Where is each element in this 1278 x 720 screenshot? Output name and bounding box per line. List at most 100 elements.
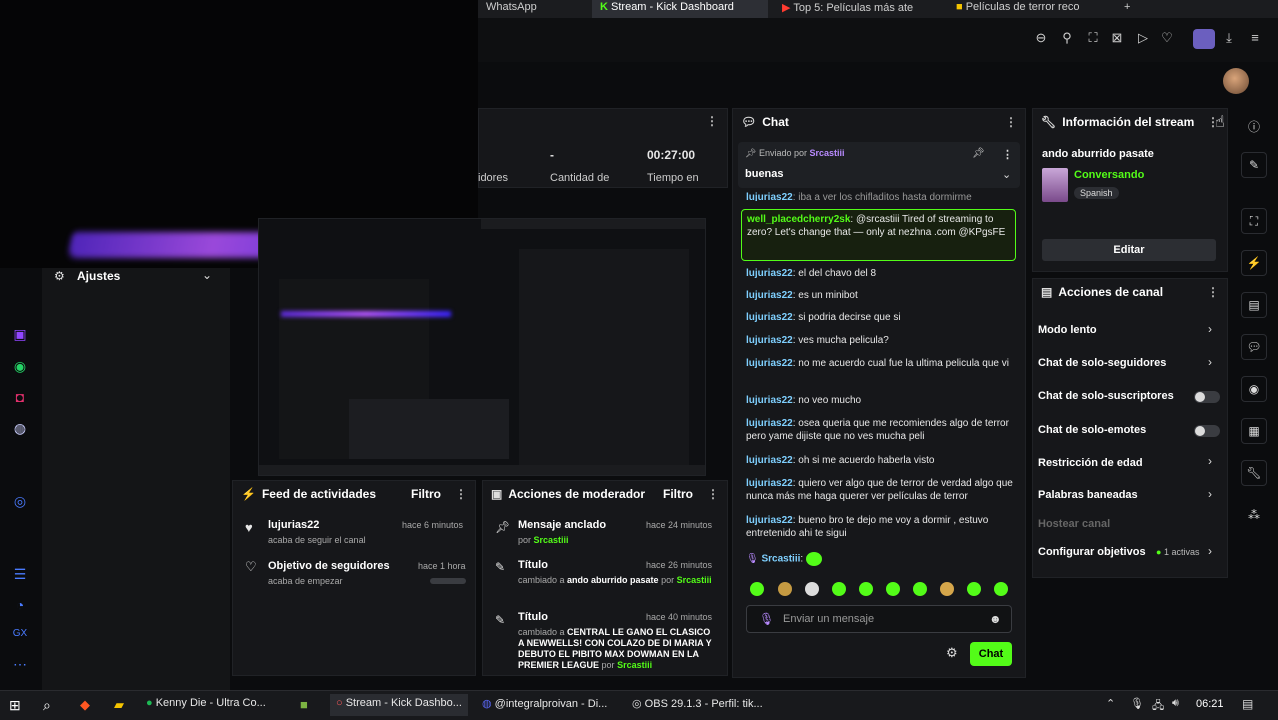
network-icon[interactable]: 🖧︎ [1152, 697, 1164, 716]
extension-icon[interactable] [1193, 29, 1215, 49]
broadcast-icon[interactable]: ◉ [1241, 376, 1267, 402]
chevron-right-icon[interactable]: › [1208, 355, 1212, 369]
whatsapp-icon[interactable]: ◉ [11, 357, 29, 375]
chevron-down-icon[interactable]: ⌄ [1002, 168, 1011, 181]
pin-icon[interactable]: ⚲ [1060, 31, 1074, 45]
emoji-icon[interactable]: ☻ [989, 612, 1002, 626]
circle-nav-icon[interactable]: ◎ [11, 492, 29, 510]
folder-icon[interactable]: ▰ [114, 697, 124, 713]
pinned-more-icon[interactable]: ⋮ [1002, 148, 1013, 161]
chevron-down-icon[interactable]: ⌄ [202, 268, 212, 282]
banned-words-item[interactable]: Palabras baneadas [1038, 489, 1138, 501]
title-edit-icon: ✎ [495, 613, 506, 627]
edit-stream-button[interactable]: Editar [1042, 239, 1216, 261]
subscribers-only-toggle[interactable] [1194, 391, 1220, 403]
taskbar-kick[interactable]: ○ Stream - Kick Dashbo... [330, 694, 468, 716]
mod-more-icon[interactable]: ⋮ [707, 487, 719, 501]
stream-title: ando aburrido pasate [1042, 148, 1154, 160]
emote-icon[interactable] [805, 582, 819, 596]
menu-icon[interactable]: ≡ [1248, 31, 1262, 45]
clock[interactable]: 06:21 [1196, 698, 1224, 710]
settings-label[interactable]: Ajustes [77, 269, 120, 283]
block-icon[interactable]: ⊠ [1110, 31, 1124, 45]
mod-item-time: hace 24 minutos [646, 520, 713, 530]
search-icon[interactable]: ⌕ [43, 697, 51, 714]
tab-whatsapp[interactable]: WhatsApp [478, 0, 588, 18]
tab-kick-dashboard[interactable]: K Stream - Kick Dashboard [592, 0, 768, 18]
instagram-icon[interactable]: ◘ [11, 388, 29, 406]
chevron-right-icon[interactable]: › [1208, 454, 1212, 468]
chat-more-icon[interactable]: ⋮ [1005, 115, 1017, 129]
screenshot-icon[interactable]: ⛶ [1086, 31, 1100, 45]
clock-nav-icon[interactable]: ◔ [11, 596, 29, 614]
emote-icon[interactable] [994, 582, 1008, 596]
stats-more-icon[interactable]: ⋮ [706, 114, 718, 128]
layout-icon[interactable]: ▦ [1241, 418, 1267, 444]
windows-start-icon[interactable]: ⊞ [9, 697, 21, 714]
emote-icon[interactable] [886, 582, 900, 596]
taskbar-spotify[interactable]: ● Kenny Die - Ultra Co... [146, 697, 266, 709]
unpin-icon[interactable]: 📌︎ [972, 148, 985, 159]
chat-settings-gear-icon[interactable]: ⚙ [946, 645, 958, 661]
mod-item-detail: cambiado a CENTRAL LE GANO EL CLASICO A … [518, 627, 712, 670]
chevron-right-icon[interactable]: › [1208, 322, 1212, 336]
mod-filter-button[interactable]: Filtro [663, 487, 693, 501]
avatar[interactable] [1223, 68, 1249, 94]
bolt-icon[interactable]: ⚡ [1241, 250, 1267, 276]
taskbar-obs[interactable]: ◎ OBS 29.1.3 - Perfil: tik... [632, 697, 763, 710]
document-icon[interactable]: ▤ [1241, 292, 1267, 318]
mic-icon: 🎙︎ [759, 612, 775, 626]
info-icon[interactable]: ⓘ [1248, 118, 1260, 135]
spotify-icon: ● [146, 697, 153, 709]
chevron-right-icon[interactable]: › [1208, 487, 1212, 501]
gx-icon[interactable]: GX [11, 625, 29, 643]
emote-icon[interactable] [859, 582, 873, 596]
play-icon[interactable]: ▷ [1136, 31, 1150, 45]
followers-only-item[interactable]: Chat de solo-seguidores [1038, 357, 1166, 369]
more-icon[interactable]: ⋯ [11, 655, 29, 673]
tray-chevron-icon[interactable]: ⌃ [1106, 697, 1115, 710]
chevron-right-icon[interactable]: › [1208, 544, 1212, 558]
chat-icon[interactable]: 💬︎ [1241, 334, 1267, 360]
emote-icon[interactable] [913, 582, 927, 596]
stream-info-title: Información del stream [1062, 115, 1195, 129]
emote-icon[interactable] [967, 582, 981, 596]
configure-goals-item[interactable]: Configurar objetivos [1038, 546, 1146, 558]
age-restriction-item[interactable]: Restricción de edad [1038, 457, 1143, 469]
pinned-message[interactable]: 📌︎ Enviado por Srcastiii buenas 📌︎ ⋮ ⌄ [738, 142, 1020, 188]
brave-icon[interactable]: ◆ [80, 697, 90, 713]
stream-time-label: Tiempo en [647, 172, 699, 184]
stream-preview[interactable] [258, 218, 706, 476]
emote-icon[interactable] [940, 582, 954, 596]
channel-actions-more-icon[interactable]: ⋮ [1207, 285, 1219, 299]
new-tab-button[interactable]: + [1116, 0, 1136, 18]
connections-icon[interactable]: ⁂ [1248, 508, 1260, 522]
chat-input[interactable]: 🎙︎ Enviar un mensaje ☻ [746, 605, 1012, 633]
tab-peliculas[interactable]: ■ Películas de terror reco [948, 0, 1108, 18]
download-icon[interactable]: ⤓ [1222, 31, 1236, 45]
tab-top5[interactable]: ▶ Top 5: Películas más ate [774, 0, 944, 18]
activity-filter-button[interactable]: Filtro [411, 487, 441, 501]
emote-icon[interactable] [832, 582, 846, 596]
activity-more-icon[interactable]: ⋮ [455, 487, 467, 501]
taskbar-discord[interactable]: ◍ @integralproivan - Di... [482, 697, 607, 710]
emotes-only-toggle[interactable] [1194, 425, 1220, 437]
scan-icon[interactable]: ⛶ [1241, 208, 1267, 234]
wrench-icon[interactable]: 🔧︎ [1241, 460, 1267, 486]
twitch-icon[interactable]: ▣ [11, 325, 29, 343]
emote-icon[interactable] [778, 582, 792, 596]
mic-tray-icon[interactable]: 🎙︎ [1130, 697, 1144, 710]
zoom-out-icon[interactable]: ⊖ [1034, 31, 1048, 45]
minecraft-icon[interactable]: ■ [300, 697, 308, 712]
send-chat-button[interactable]: Chat [970, 642, 1012, 666]
discord-icon[interactable]: ◍ [11, 419, 29, 437]
notifications-icon[interactable]: ▤ [1242, 697, 1253, 711]
chat-message: lujurias22: no veo mucho [746, 395, 862, 406]
volume-icon[interactable]: 🔊︎ [1172, 697, 1179, 710]
heart-icon[interactable]: ♡ [1160, 31, 1174, 45]
slow-mode-item[interactable]: Modo lento [1038, 324, 1097, 336]
category-name[interactable]: Conversando [1074, 169, 1144, 181]
list-nav-icon[interactable]: ☰ [11, 565, 29, 583]
edit-icon[interactable]: ✎ [1241, 152, 1267, 178]
emote-icon[interactable] [750, 582, 764, 596]
